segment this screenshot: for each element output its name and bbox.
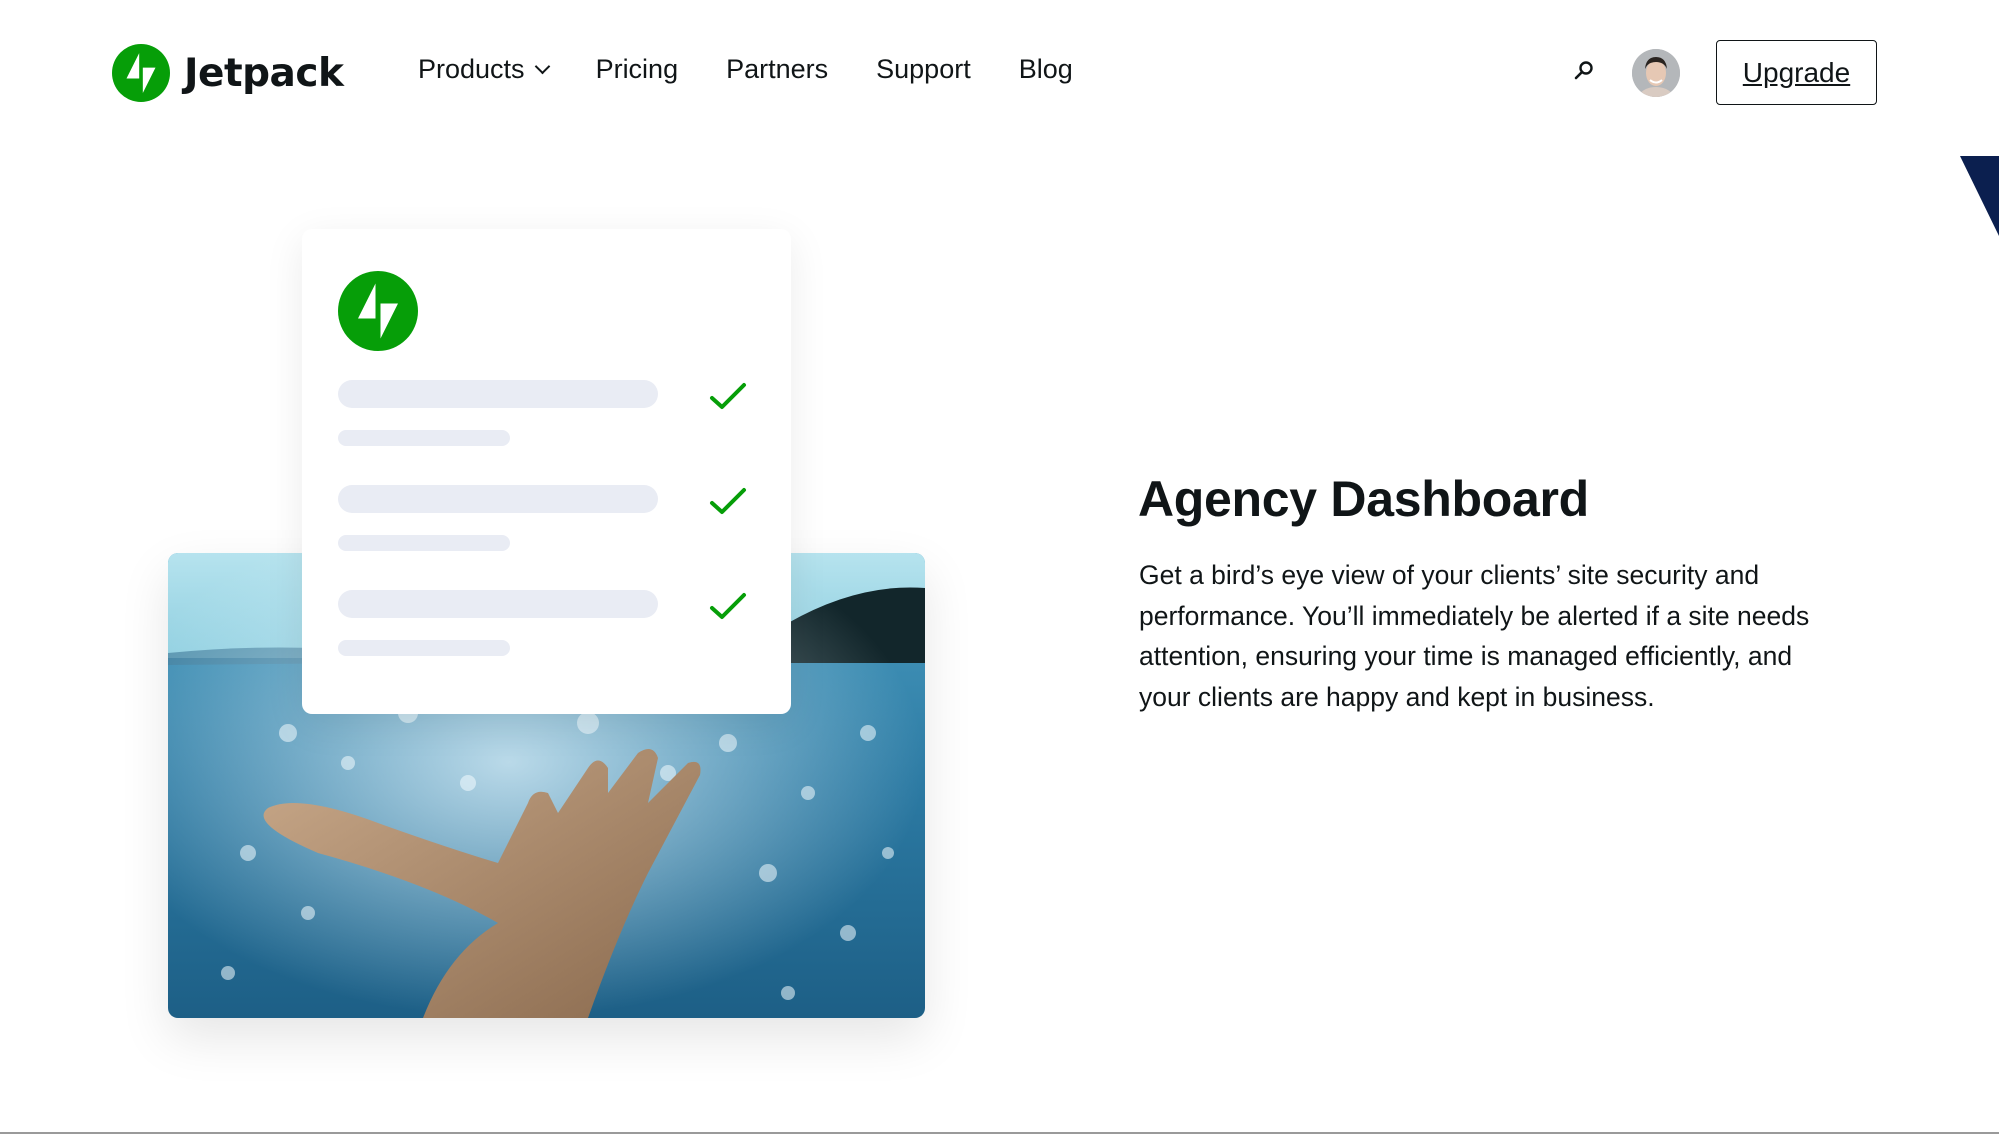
nav-item-label: Blog [1018,54,1073,84]
avatar-image [1632,49,1680,97]
checkmark-icon [710,593,746,619]
jetpack-logo-link[interactable]: Jetpack [112,44,344,102]
status-row [338,590,763,670]
nav-item-support[interactable]: Support [876,54,971,85]
main-nav: Products Pricing Partners Support Blog [418,54,1121,85]
nav-item-blog[interactable]: Blog [1019,54,1073,85]
placeholder-bar [338,590,658,618]
checkmark-icon [710,488,746,514]
nav-item-label: Pricing [595,54,679,84]
chevron-down-icon [534,58,550,75]
decorative-corner-shape [1960,156,1999,236]
feature-title: Agency Dashboard [1138,471,1589,527]
placeholder-bar [338,430,510,446]
brand-name: Jetpack [184,50,344,96]
nav-item-label: Support [876,54,971,84]
user-avatar[interactable] [1632,49,1680,97]
checkmark-icon [710,383,746,409]
nav-item-partners[interactable]: Partners [726,54,828,85]
nav-item-pricing[interactable]: Pricing [596,54,679,85]
upgrade-button[interactable]: Upgrade [1716,40,1877,105]
placeholder-bar [338,535,510,551]
nav-item-label: Partners [726,54,829,84]
status-row [338,485,763,565]
site-header: Jetpack Products Pricing Partners Suppor… [0,0,1999,145]
jetpack-logo-icon [338,271,418,351]
dashboard-card [302,229,791,714]
nav-item-label: Products [418,54,525,84]
nav-item-products[interactable]: Products [418,54,550,85]
placeholder-bar [338,380,658,408]
placeholder-bar [338,640,510,656]
search-icon [1574,61,1593,80]
placeholder-bar [338,485,658,513]
status-row [338,380,763,460]
search-button[interactable] [1572,58,1596,82]
jetpack-logo-icon [112,44,170,102]
feature-description: Get a bird’s eye view of your clients’ s… [1139,560,1810,712]
